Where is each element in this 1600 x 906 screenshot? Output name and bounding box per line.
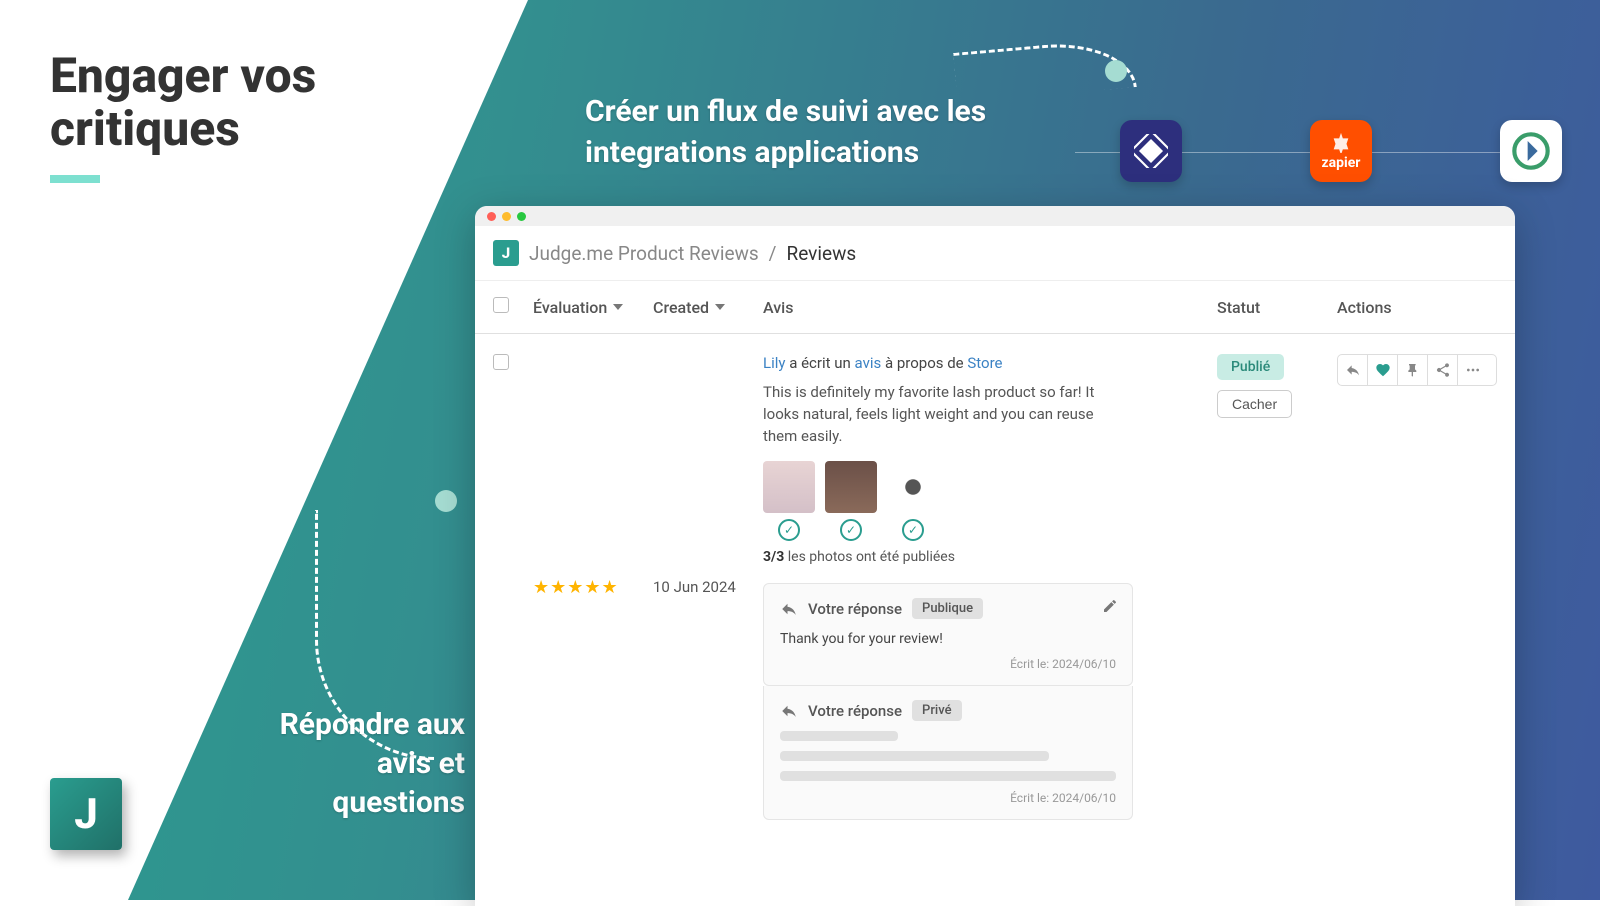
review-avis-link[interactable]: avis <box>855 354 882 372</box>
heart-icon <box>1375 362 1391 378</box>
integration-headline-l1: Créer un flux de suivi avec les <box>585 92 986 133</box>
action-reply-button[interactable] <box>1338 355 1368 385</box>
action-more-button[interactable] <box>1458 355 1488 385</box>
app-window: J Judge.me Product Reviews / Reviews Éva… <box>475 206 1515 906</box>
decorative-dot-bottom <box>435 490 457 512</box>
column-header-actions: Actions <box>1337 298 1497 317</box>
integration-icon-zapier: zapier <box>1310 120 1372 182</box>
edit-reply-button[interactable] <box>1102 598 1118 614</box>
integration-headline-l2: integrations applications <box>585 133 986 174</box>
photo-item: ✓ <box>825 461 877 541</box>
window-minimize-icon[interactable] <box>502 212 511 221</box>
select-all-checkbox[interactable] <box>493 297 509 313</box>
reply-arrow-icon <box>780 600 798 618</box>
reply-label: Votre réponse <box>808 702 902 720</box>
window-maximize-icon[interactable] <box>517 212 526 221</box>
window-titlebar <box>475 206 1515 226</box>
column-header-statut: Statut <box>1217 298 1337 317</box>
reply-visibility-tag: Privé <box>912 700 962 721</box>
action-favorite-button[interactable] <box>1368 355 1398 385</box>
integration-zapier-label: zapier <box>1322 155 1361 171</box>
reply-visibility-tag: Publique <box>912 598 983 619</box>
review-body-text: This is definitely my favorite lash prod… <box>763 382 1123 447</box>
reply-box-private: Votre réponse Privé Écrit le: 2024/06/10 <box>763 686 1133 820</box>
skeleton-line <box>780 731 898 741</box>
action-pin-button[interactable] <box>1398 355 1428 385</box>
table-header-row: Évaluation Created Avis Statut Actions <box>475 281 1515 334</box>
photo-item: ✓ <box>763 461 815 541</box>
row-checkbox[interactable] <box>493 354 509 370</box>
reply-callout-l3: questions <box>255 783 465 822</box>
more-horizontal-icon <box>1465 362 1481 378</box>
title-accent-bar <box>50 175 100 183</box>
integration-headline: Créer un flux de suivi avec les integrat… <box>585 92 986 173</box>
skeleton-line <box>780 771 1116 781</box>
decorative-dot-top <box>1105 60 1127 82</box>
review-date: 10 Jun 2024 <box>653 578 736 596</box>
caret-down-icon <box>613 304 623 310</box>
photos-published-count: 3/3 les photos ont été publiées <box>763 549 1217 565</box>
status-badge: Publié <box>1217 354 1284 380</box>
pencil-icon <box>1102 598 1118 614</box>
photo-approved-icon[interactable]: ✓ <box>778 519 800 541</box>
reply-box-public: Votre réponse Publique Thank you for you… <box>763 583 1133 686</box>
photo-thumbnail[interactable] <box>887 461 939 513</box>
actions-cell <box>1337 354 1497 820</box>
pin-icon <box>1405 362 1421 378</box>
action-button-group <box>1337 354 1497 386</box>
integration-icon-klaviyo <box>1120 120 1182 182</box>
review-byline: Lily a écrit un avis à propos de Store <box>763 354 1217 372</box>
breadcrumb-separator: / <box>769 242 777 265</box>
review-content-cell: Lily a écrit un avis à propos de Store T… <box>763 354 1217 820</box>
reply-callout-l1: Répondre aux <box>255 705 465 744</box>
column-header-created[interactable]: Created <box>653 298 763 317</box>
breadcrumb-current: Reviews <box>787 242 857 265</box>
reply-date: Écrit le: 2024/06/10 <box>780 657 1116 671</box>
page-title-line1: Engager vos <box>50 50 316 103</box>
share-icon <box>1435 362 1451 378</box>
page-title-line2: critiques <box>50 103 316 156</box>
photo-approved-icon[interactable]: ✓ <box>902 519 924 541</box>
brand-logo-letter: J <box>74 790 98 839</box>
breadcrumb-app-icon: J <box>493 240 519 266</box>
action-share-button[interactable] <box>1428 355 1458 385</box>
review-photos: ✓ ✓ ✓ <box>763 461 1217 541</box>
reply-label: Votre réponse <box>808 600 902 618</box>
star-rating-icon: ★★★★★ <box>533 577 619 598</box>
window-close-icon[interactable] <box>487 212 496 221</box>
review-store-link[interactable]: Store <box>967 354 1002 372</box>
photo-thumbnail[interactable] <box>763 461 815 513</box>
hide-review-button[interactable]: Cacher <box>1217 390 1292 418</box>
reply-date: Écrit le: 2024/06/10 <box>780 791 1116 805</box>
reply-header: Votre réponse Publique <box>780 598 1116 619</box>
column-header-avis: Avis <box>763 298 1217 317</box>
caret-down-icon <box>715 304 725 310</box>
brand-logo: J <box>50 778 122 850</box>
status-cell: Publié Cacher <box>1217 354 1337 820</box>
reply-body-text: Thank you for your review! <box>780 631 1116 647</box>
reply-arrow-icon <box>780 702 798 720</box>
breadcrumb-app-name[interactable]: Judge.me Product Reviews <box>529 242 759 265</box>
reply-callout: Répondre aux avis et questions <box>255 705 465 822</box>
reply-callout-l2: avis et <box>255 744 465 783</box>
integration-icon-automation <box>1500 120 1562 182</box>
photo-thumbnail[interactable] <box>825 461 877 513</box>
photo-item: ✓ <box>887 461 939 541</box>
skeleton-line <box>780 751 1049 761</box>
breadcrumb: J Judge.me Product Reviews / Reviews <box>475 226 1515 281</box>
review-row: ★★★★★ 10 Jun 2024 Lily a écrit un avis à… <box>475 334 1515 840</box>
column-header-rating[interactable]: Évaluation <box>533 298 653 317</box>
page-title: Engager vos critiques <box>50 50 316 156</box>
reply-icon <box>1345 362 1361 378</box>
reply-header: Votre réponse Privé <box>780 700 1116 721</box>
photo-approved-icon[interactable]: ✓ <box>840 519 862 541</box>
review-author-link[interactable]: Lily <box>763 354 785 372</box>
